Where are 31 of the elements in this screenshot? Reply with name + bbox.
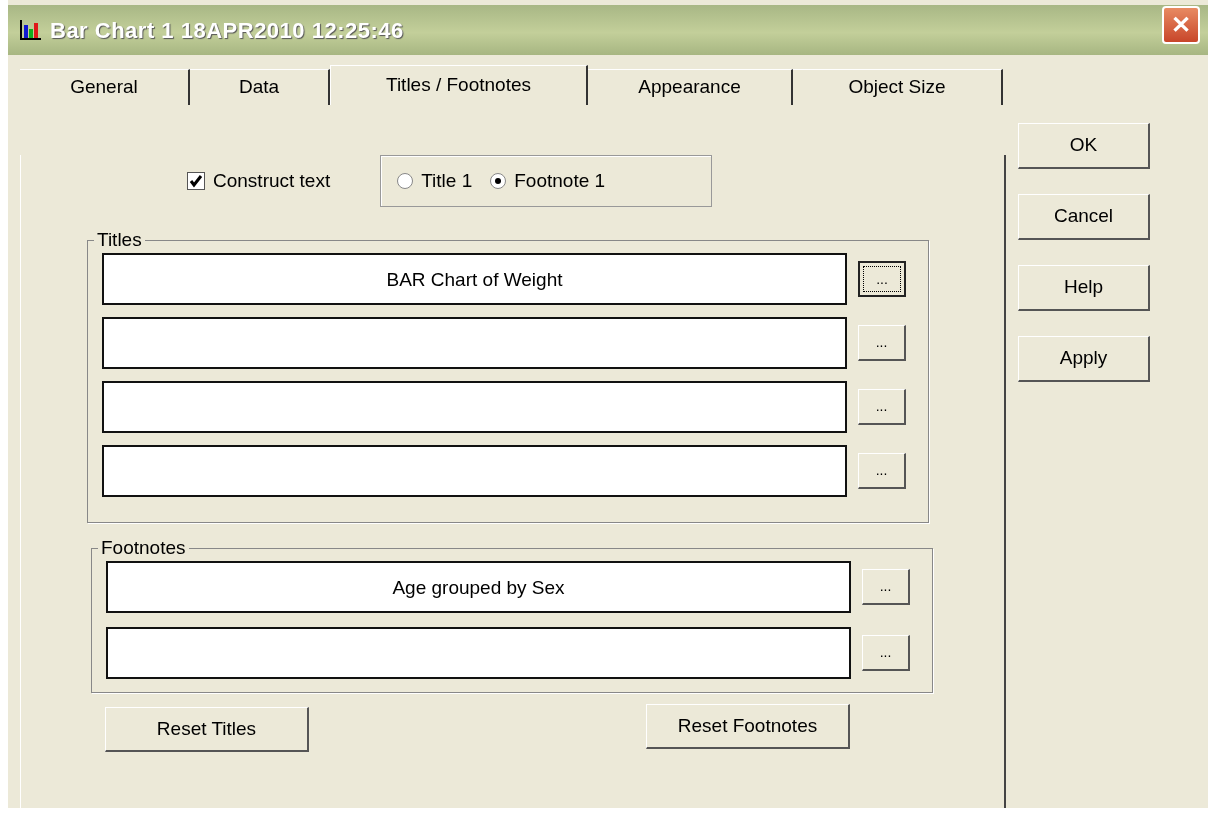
dialog-button[interactable]: Help [1018, 265, 1150, 311]
ellipsis-button[interactable]: ... [862, 635, 910, 671]
ellipsis-button[interactable]: ... [862, 569, 910, 605]
radio-button[interactable] [490, 173, 507, 189]
text-field[interactable]: Age grouped by Sex [106, 561, 851, 613]
tab[interactable]: Titles / Footnotes [330, 65, 588, 105]
text-field[interactable]: BAR Chart of Weight [102, 253, 847, 305]
ellipsis-button[interactable]: ... [858, 389, 906, 425]
ellipsis-button[interactable]: ... [858, 325, 906, 361]
window-title: Bar Chart 1 18APR2010 12:25:46 [50, 16, 404, 45]
radio-label: Footnote 1 [514, 168, 606, 193]
checkbox[interactable] [187, 172, 205, 190]
checkbox-label: Construct text [213, 168, 331, 193]
text-field[interactable] [106, 627, 851, 679]
tab[interactable]: Data [190, 69, 330, 105]
ellipsis-button[interactable]: ... [858, 261, 906, 297]
text-field[interactable] [102, 317, 847, 369]
dialog-button[interactable]: Cancel [1018, 194, 1150, 240]
tab[interactable]: Appearance [588, 69, 793, 105]
ellipsis-button[interactable]: ... [858, 453, 906, 489]
radio-label: Title 1 [421, 168, 473, 193]
text-field[interactable] [102, 381, 847, 433]
reset-button[interactable]: Reset Titles [105, 707, 309, 752]
tab[interactable]: General [20, 69, 190, 105]
tab[interactable]: Object Size [793, 69, 1003, 105]
dialog-button[interactable]: OK [1018, 123, 1150, 169]
text-field[interactable] [102, 445, 847, 497]
radio-button[interactable] [397, 173, 414, 189]
bar-chart-icon [20, 20, 42, 40]
reset-button[interactable]: Reset Footnotes [646, 704, 850, 749]
dialog-button[interactable]: Apply [1018, 336, 1150, 382]
